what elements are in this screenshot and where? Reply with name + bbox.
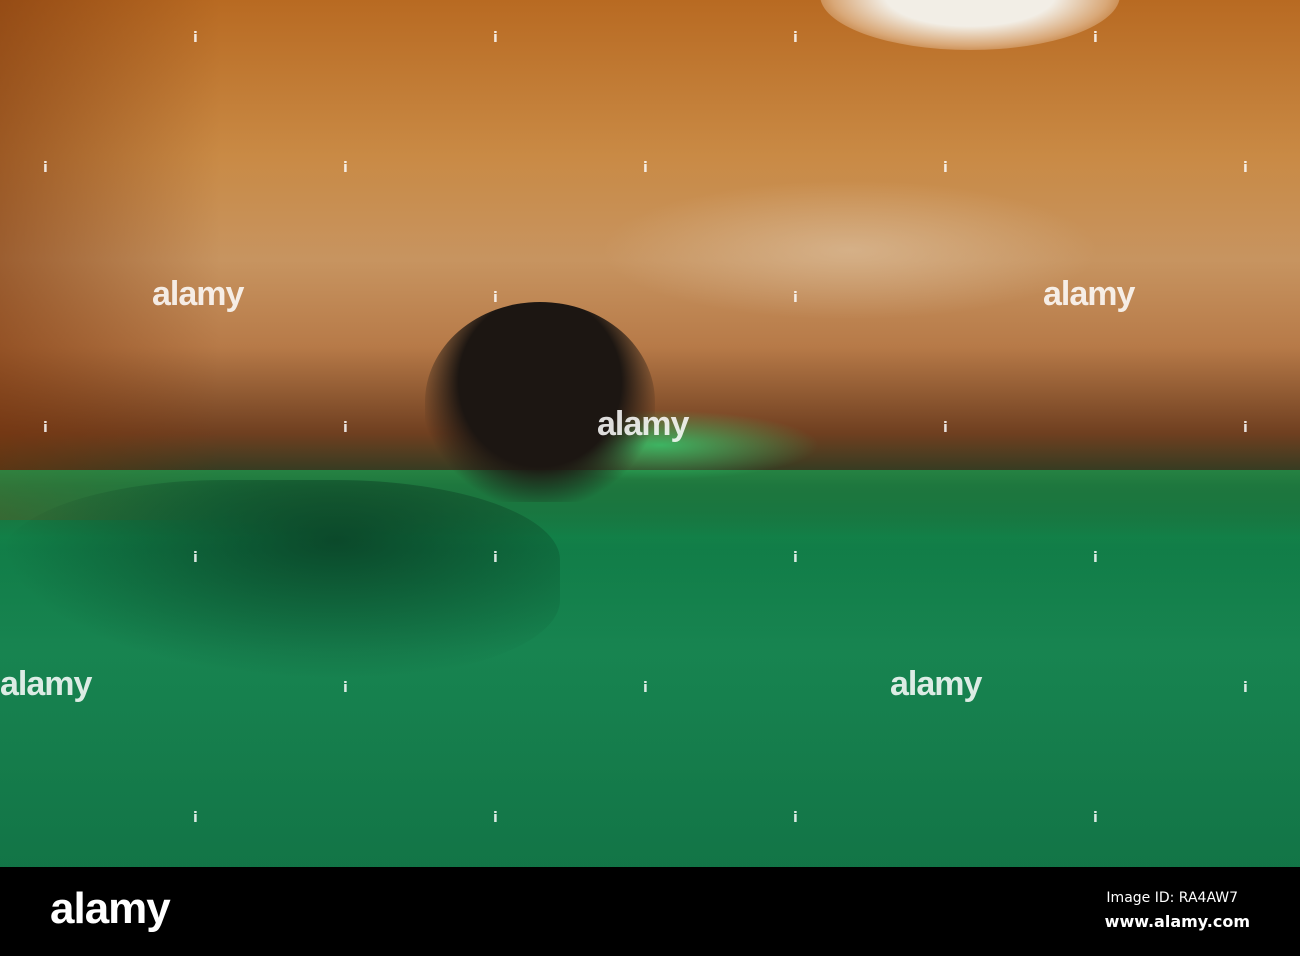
stock-photo-page: alamy alamy alamy alamy alamy i i i i i … [0, 0, 1300, 956]
watermark-dot: i [493, 550, 498, 566]
watermark: alamy [152, 275, 244, 313]
watermark-dot: i [943, 160, 948, 176]
watermark-dot: i [1243, 160, 1248, 176]
rock-wall-shade [0, 0, 220, 520]
watermark-dot: i [1093, 30, 1098, 46]
watermark-dot: i [1243, 420, 1248, 436]
watermark: alamy [597, 405, 689, 443]
watermark-dot: i [193, 30, 198, 46]
watermark-dot: i [1093, 550, 1098, 566]
website-link[interactable]: www.alamy.com [1105, 912, 1250, 931]
watermark-dot: i [793, 290, 798, 306]
watermark-dot: i [1093, 810, 1098, 826]
watermark-dot: i [343, 680, 348, 696]
watermark-dot: i [193, 550, 198, 566]
pale-rock-patch [600, 180, 1100, 320]
watermark-dot: i [643, 160, 648, 176]
watermark-dot: i [43, 160, 48, 176]
watermark-dot: i [493, 30, 498, 46]
cave-opening [425, 302, 655, 502]
watermark: alamy [890, 665, 982, 703]
watermark-dot: i [493, 290, 498, 306]
watermark-dot: i [793, 30, 798, 46]
water-shadow [0, 480, 560, 680]
watermark-dot: i [1243, 680, 1248, 696]
image-id: Image ID: RA4AW7 [1106, 890, 1238, 906]
watermark-dot: i [793, 810, 798, 826]
watermark: alamy [0, 665, 92, 703]
watermark-dot: i [943, 420, 948, 436]
watermark: alamy [1043, 275, 1135, 313]
alamy-logo: alamy [50, 884, 171, 933]
watermark-dot: i [343, 160, 348, 176]
watermark-dot: i [343, 420, 348, 436]
watermark-dot: i [643, 680, 648, 696]
watermark-dot: i [493, 810, 498, 826]
watermark-dot: i [793, 550, 798, 566]
watermark-dot: i [43, 420, 48, 436]
watermark-dot: i [193, 810, 198, 826]
light-spot [820, 0, 1120, 50]
cave-water-photo: alamy alamy alamy alamy alamy i i i i i … [0, 0, 1300, 867]
